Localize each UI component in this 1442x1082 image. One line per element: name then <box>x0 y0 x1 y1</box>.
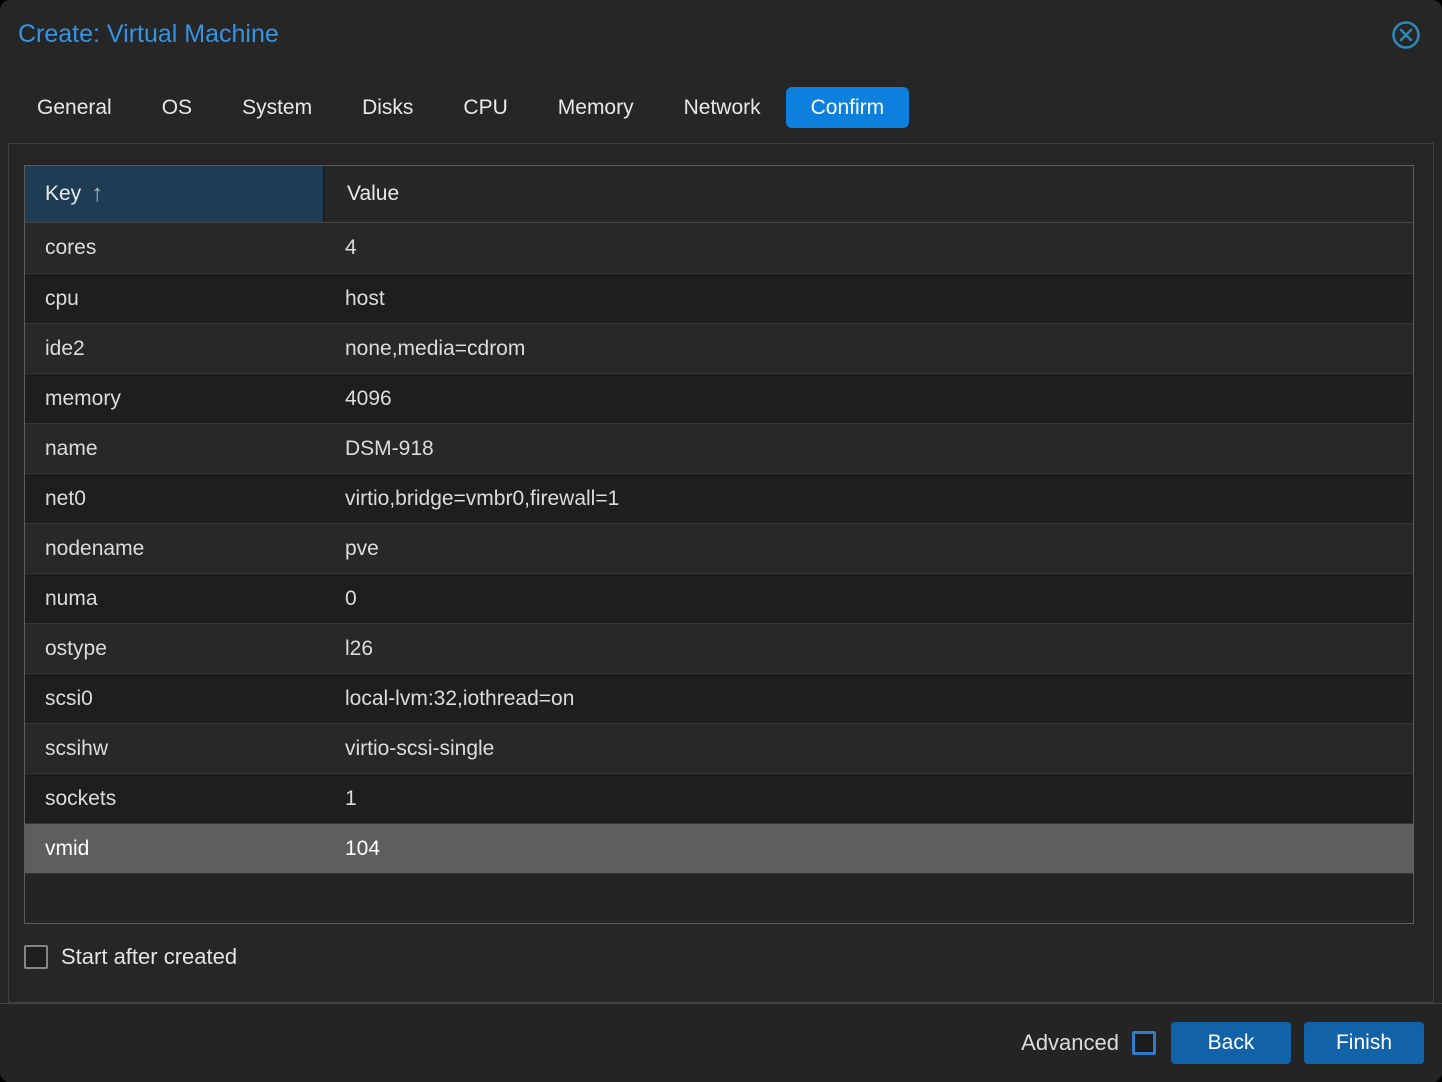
key-cell: scsi0 <box>25 674 323 723</box>
close-button[interactable] <box>1390 21 1422 53</box>
tab-system[interactable]: System <box>217 87 337 128</box>
value-cell: virtio-scsi-single <box>323 724 1413 773</box>
tab-cpu[interactable]: CPU <box>438 87 532 128</box>
tab-memory[interactable]: Memory <box>533 87 659 128</box>
key-cell: scsihw <box>25 724 323 773</box>
key-cell: memory <box>25 374 323 423</box>
close-icon <box>1390 19 1422 56</box>
table-row[interactable]: ostypel26 <box>25 623 1413 673</box>
tab-general[interactable]: General <box>12 87 137 128</box>
advanced-label: Advanced <box>1021 1030 1119 1056</box>
sort-ascending-icon: ↑ <box>91 182 103 206</box>
table-row[interactable]: cores4 <box>25 223 1413 273</box>
table-row[interactable]: memory4096 <box>25 373 1413 423</box>
key-cell: numa <box>25 574 323 623</box>
key-cell: name <box>25 424 323 473</box>
start-after-created-checkbox[interactable] <box>24 945 48 969</box>
value-cell: 4096 <box>323 374 1413 423</box>
key-cell: nodename <box>25 524 323 573</box>
key-cell: vmid <box>25 824 323 873</box>
value-cell: virtio,bridge=vmbr0,firewall=1 <box>323 474 1413 523</box>
value-cell: 1 <box>323 774 1413 823</box>
key-cell: ostype <box>25 624 323 673</box>
create-vm-dialog: Create: Virtual Machine GeneralOSSystemD… <box>0 0 1442 1082</box>
grid-header: Key ↑ Value <box>25 166 1413 223</box>
value-cell: pve <box>323 524 1413 573</box>
value-cell: DSM-918 <box>323 424 1413 473</box>
settings-grid: Key ↑ Value cores4cpuhostide2none,media=… <box>24 165 1414 924</box>
table-row[interactable]: scsihwvirtio-scsi-single <box>25 723 1413 773</box>
tab-confirm[interactable]: Confirm <box>786 87 910 128</box>
empty-row <box>25 873 1413 923</box>
footer-bar: Advanced Back Finish <box>0 1003 1442 1082</box>
key-cell: sockets <box>25 774 323 823</box>
table-row[interactable]: sockets1 <box>25 773 1413 823</box>
table-row[interactable]: nodenamepve <box>25 523 1413 573</box>
column-header-key[interactable]: Key ↑ <box>25 166 323 222</box>
grid-body: cores4cpuhostide2none,media=cdrommemory4… <box>25 223 1413 923</box>
table-row[interactable]: nameDSM-918 <box>25 423 1413 473</box>
start-after-created-label: Start after created <box>61 944 237 970</box>
table-row[interactable]: ide2none,media=cdrom <box>25 323 1413 373</box>
finish-button[interactable]: Finish <box>1304 1022 1424 1064</box>
table-row[interactable]: net0virtio,bridge=vmbr0,firewall=1 <box>25 473 1413 523</box>
table-row[interactable]: numa0 <box>25 573 1413 623</box>
title-bar: Create: Virtual Machine <box>0 0 1442 80</box>
tab-network[interactable]: Network <box>659 87 786 128</box>
value-cell: none,media=cdrom <box>323 324 1413 373</box>
table-row[interactable]: scsi0local-lvm:32,iothread=on <box>25 673 1413 723</box>
value-cell: 104 <box>323 824 1413 873</box>
value-cell: host <box>323 274 1413 323</box>
wizard-tab-bar: GeneralOSSystemDisksCPUMemoryNetworkConf… <box>12 84 1430 130</box>
start-after-created-option: Start after created <box>24 944 237 970</box>
key-cell: net0 <box>25 474 323 523</box>
confirm-panel: Key ↑ Value cores4cpuhostide2none,media=… <box>8 143 1434 1003</box>
key-cell: ide2 <box>25 324 323 373</box>
value-cell: l26 <box>323 624 1413 673</box>
advanced-checkbox[interactable] <box>1132 1031 1156 1055</box>
tab-disks[interactable]: Disks <box>337 87 438 128</box>
back-button[interactable]: Back <box>1171 1022 1291 1064</box>
value-cell: local-lvm:32,iothread=on <box>323 674 1413 723</box>
key-cell: cpu <box>25 274 323 323</box>
value-cell: 0 <box>323 574 1413 623</box>
dialog-title: Create: Virtual Machine <box>18 20 279 49</box>
key-cell: cores <box>25 223 323 273</box>
column-header-value[interactable]: Value <box>323 166 1413 222</box>
value-cell: 4 <box>323 223 1413 273</box>
tab-os[interactable]: OS <box>137 87 217 128</box>
column-header-key-label: Key <box>45 182 81 206</box>
table-row[interactable]: vmid104 <box>25 823 1413 873</box>
table-row[interactable]: cpuhost <box>25 273 1413 323</box>
column-header-value-label: Value <box>347 182 399 206</box>
